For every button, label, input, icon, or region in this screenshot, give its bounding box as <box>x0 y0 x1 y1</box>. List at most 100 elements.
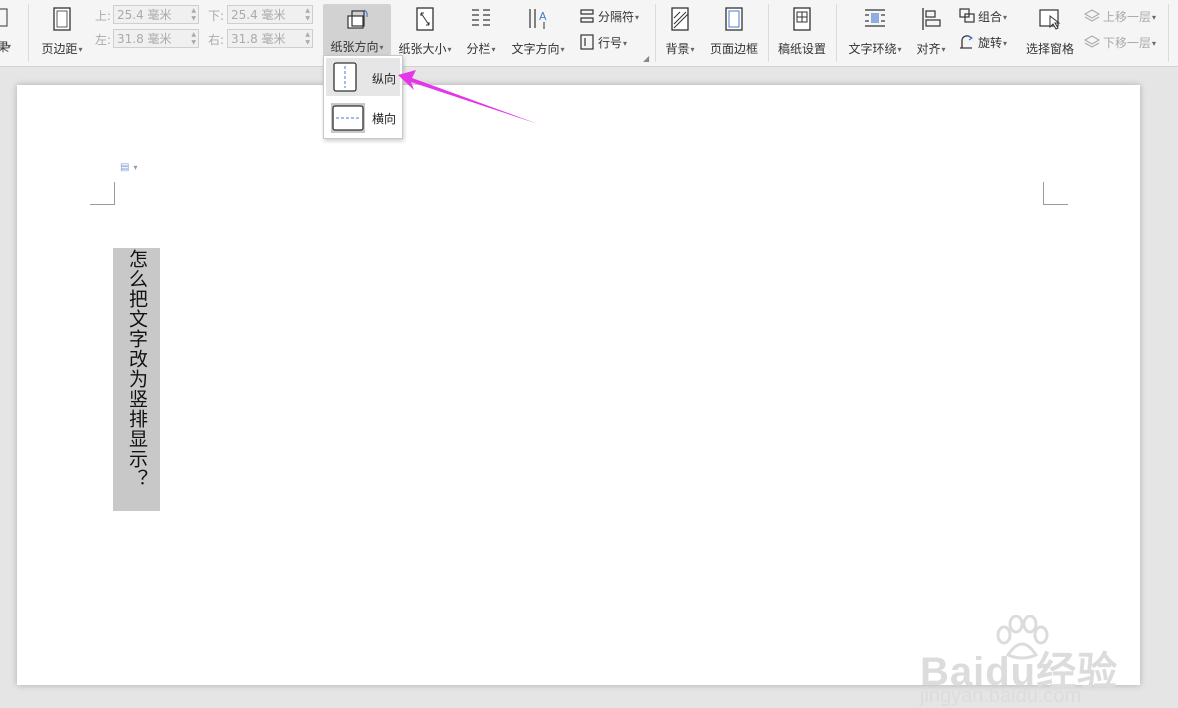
separator-label: 分隔符 <box>598 10 635 24</box>
chevron-down-icon: ▾ <box>491 45 496 54</box>
bottom-margin-input[interactable]: 25.4 毫米 ▲ ▼ <box>227 5 313 24</box>
page-border-button[interactable]: 页面边框 <box>706 6 762 62</box>
right-margin-value: 31.8 毫米 <box>231 32 286 46</box>
portrait-page-icon <box>333 62 357 92</box>
chevron-down-icon: ▾ <box>1003 39 1008 48</box>
text-direction-label: 文字方向 <box>511 42 560 56</box>
watermark-url: jingyan.baidu.com <box>920 685 1082 707</box>
effects-icon <box>0 8 8 27</box>
page-border-label: 页面边框 <box>709 42 758 56</box>
menu-item-landscape[interactable]: 横向 <box>326 98 400 136</box>
text-wrap-button[interactable]: 文字环绕▾ <box>844 6 906 62</box>
selection-pane-button[interactable]: 选择窗格 <box>1022 6 1078 62</box>
menu-item-portrait[interactable]: 纵向 <box>326 58 400 96</box>
margins-button[interactable]: 页边距▾ <box>36 6 88 62</box>
page-margins-icon <box>53 7 71 31</box>
top-margin-input[interactable]: 25.4 毫米 ▲ ▼ <box>113 5 199 24</box>
landscape-label: 横向 <box>372 112 397 126</box>
chevron-down-icon: ▾ <box>78 45 83 54</box>
bottom-margin-value: 25.4 毫米 <box>231 8 286 22</box>
columns-label: 分栏 <box>466 42 491 56</box>
orientation-dropdown: 纵向 横向 <box>323 55 403 139</box>
left-margin-input[interactable]: 31.8 毫米 ▲ ▼ <box>113 29 199 48</box>
spinner-arrows-icon[interactable]: ▲ ▼ <box>305 31 310 47</box>
separator-button[interactable]: 分隔符▾ <box>578 8 639 25</box>
rotate-icon <box>960 35 974 49</box>
manuscript-settings-label: 稿纸设置 <box>777 42 826 56</box>
chevron-down-icon: ▾ <box>447 45 452 54</box>
align-button[interactable]: 对齐▾ <box>912 6 950 62</box>
columns-button[interactable]: 分栏▾ <box>462 6 500 62</box>
orientation-label: 纸张方向 <box>330 40 379 54</box>
right-margin-label: 右: <box>208 33 225 47</box>
spinner-arrows-icon[interactable]: ▲ ▼ <box>191 31 196 47</box>
chevron-down-icon: ▾ <box>1003 13 1008 22</box>
top-margin-label: 上: <box>95 9 112 23</box>
bring-forward-label: 上移一层 <box>1103 10 1152 24</box>
margins-label: 页边距 <box>41 42 78 56</box>
left-margin-label: 左: <box>95 33 112 47</box>
vertical-text: 怎么把文字改为竖排显示？ <box>126 249 148 489</box>
effects-button[interactable]: 果 ▾ <box>0 6 14 62</box>
page-layout-ribbon: 果 ▾ 页边距▾ 上: 25.4 毫米 ▲ ▼ 下: 25.4 毫米 ▲ ▼ 左: 31.… <box>0 0 1178 67</box>
bring-forward-icon <box>1083 9 1101 22</box>
page-break-icon <box>580 9 594 23</box>
bottom-margin-label: 下: <box>208 9 225 23</box>
chevron-down-icon: ▾ <box>379 43 384 52</box>
rotate-label: 旋转 <box>978 36 1003 50</box>
spinner-arrows-icon[interactable]: ▲ ▼ <box>191 7 196 23</box>
bring-forward-button[interactable]: 上移一层▾ <box>1083 8 1156 25</box>
orientation-button[interactable]: 纸张方向▾ <box>323 4 391 55</box>
svg-text:A: A <box>539 10 547 23</box>
manuscript-settings-button[interactable]: 稿纸设置 <box>774 6 830 62</box>
right-margin-input[interactable]: 31.8 毫米 ▲ ▼ <box>227 29 313 48</box>
line-numbers-label: 行号 <box>598 36 623 50</box>
paper-size-icon <box>416 7 434 31</box>
chevron-down-icon: ▾ <box>635 13 640 22</box>
send-backward-label: 下移一层 <box>1103 36 1152 50</box>
chevron-down-icon: ▾ <box>7 42 12 51</box>
group-button[interactable]: 组合▾ <box>958 8 1007 25</box>
selection-pane-label: 选择窗格 <box>1025 42 1074 56</box>
chevron-down-icon: ▾ <box>897 45 902 54</box>
paper-size-label: 纸张大小 <box>398 42 447 56</box>
group-icon <box>959 8 975 23</box>
spinner-arrows-icon[interactable]: ▲ ▼ <box>305 7 310 23</box>
top-left-margin-corner <box>90 182 115 205</box>
send-backward-button[interactable]: 下移一层▾ <box>1083 34 1156 51</box>
text-direction-button[interactable]: A 文字方向▾ <box>508 6 568 62</box>
group-label: 组合 <box>978 10 1003 24</box>
divider <box>655 4 656 62</box>
page-border-icon <box>725 7 743 31</box>
background-button[interactable]: 背景▾ <box>660 6 700 62</box>
line-numbers-button[interactable]: 行号▾ <box>578 34 627 51</box>
document-page[interactable]: ▤ ▾ 怎么把文字改为竖排显示？ Baidu经验 jingyan.baidu.co… <box>17 85 1140 707</box>
divider <box>1168 4 1169 62</box>
chevron-down-icon: ▾ <box>1152 39 1157 48</box>
chevron-down-icon: ▾ <box>690 45 695 54</box>
text-wrap-icon <box>865 9 885 27</box>
chevron-down-icon: ▾ <box>623 39 628 48</box>
vertical-text-box[interactable]: 怎么把文字改为竖排显示？ <box>113 248 160 511</box>
align-icon <box>922 8 941 30</box>
send-backward-icon <box>1083 35 1101 48</box>
portrait-label: 纵向 <box>372 72 397 86</box>
divider <box>768 4 769 62</box>
paper-size-button[interactable]: 纸张大小▾ <box>396 6 454 62</box>
text-frame-anchor-icon[interactable]: ▤ ▾ <box>120 162 137 173</box>
text-direction-icon: A <box>529 9 547 29</box>
line-numbers-icon <box>580 34 594 50</box>
align-label: 对齐 <box>916 42 941 56</box>
divider <box>28 4 29 62</box>
page-setup-launcher-icon[interactable]: ◢ <box>643 54 649 63</box>
divider <box>836 4 837 62</box>
chevron-down-icon: ▾ <box>941 45 946 54</box>
left-margin-value: 31.8 毫米 <box>117 32 172 46</box>
rotate-button[interactable]: 旋转▾ <box>958 34 1007 51</box>
background-label: 背景 <box>665 42 690 56</box>
selection-pane-icon <box>1039 9 1061 30</box>
top-right-margin-corner <box>1043 182 1068 205</box>
landscape-page-icon <box>331 103 365 133</box>
page-background-icon <box>671 7 689 31</box>
text-wrap-label: 文字环绕 <box>848 42 897 56</box>
